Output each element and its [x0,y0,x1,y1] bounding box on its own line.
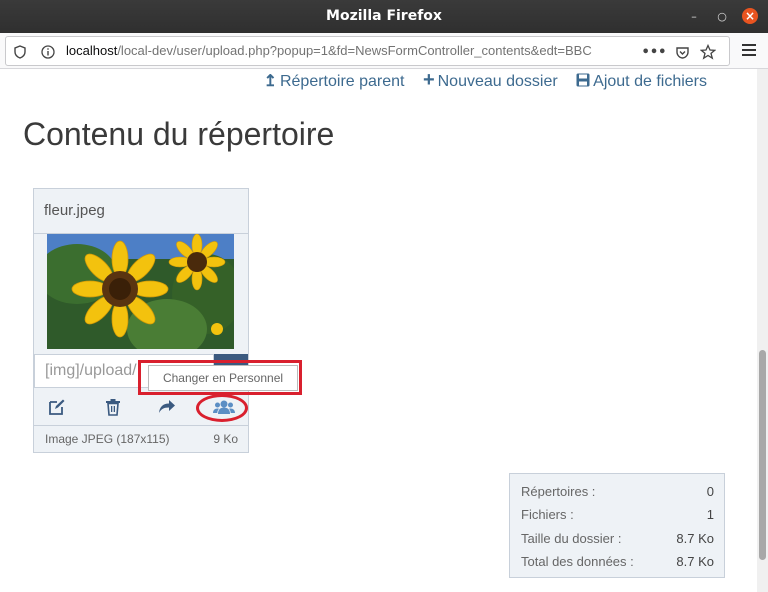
new-folder-link[interactable]: + Nouveau dossier [423,69,558,91]
file-type-label: Image JPEG (187x115) [45,432,170,446]
pocket-icon[interactable] [674,44,690,60]
share-icon[interactable] [156,397,178,417]
floppy-disk-icon [576,73,590,90]
more-actions-icon[interactable]: ••• [642,44,667,60]
bookmark-star-icon[interactable] [700,44,716,60]
scrollbar-thumb[interactable] [759,350,766,560]
minimize-button[interactable]: – [686,8,702,24]
page-title: Contenu du répertoire [23,116,335,152]
highlight-box-annotation [138,360,302,395]
edit-icon[interactable] [46,397,68,417]
stats-row: Répertoires : 0 [510,484,724,504]
window-title: Mozilla Firefox [326,8,442,24]
stats-row: Taille du dossier : 8.7 Ko [510,531,724,551]
stats-label: Répertoires : [521,484,596,499]
arrow-up-icon: ↥ [263,73,277,90]
url-bar[interactable]: localhost/local-dev/user/upload.php?popu… [5,36,730,66]
highlight-circle-annotation [196,394,248,422]
file-info-footer: Image JPEG (187x115) 9 Ko [34,425,248,453]
stats-value: 1 [706,507,714,522]
hamburger-menu-icon[interactable] [741,42,757,58]
url-text[interactable]: localhost/local-dev/user/upload.php?popu… [66,43,592,58]
stats-label: Taille du dossier : [521,531,622,546]
add-files-link[interactable]: Ajout de fichiers [576,73,707,90]
trash-icon[interactable] [102,397,124,417]
add-files-label: Ajout de fichiers [593,73,707,90]
stats-value: 8.7 Ko [676,554,714,569]
url-host: localhost [66,43,118,58]
stats-value: 0 [706,484,714,499]
page-scrollbar[interactable] [757,69,768,592]
browser-navbar: localhost/local-dev/user/upload.php?popu… [0,33,768,69]
stats-row: Total des données : 8.7 Ko [510,554,724,574]
directory-stats-panel: Répertoires : 0 Fichiers : 1 Taille du dos… [509,473,725,578]
url-path: /local-dev/user/upload.php?popup=1&fd=Ne… [117,43,592,58]
file-name: fleur.jpeg [44,202,105,219]
parent-directory-link[interactable]: ↥ Répertoire parent [264,73,405,90]
new-folder-label: Nouveau dossier [437,73,558,90]
maximize-button[interactable]: ○ [714,8,730,24]
file-thumbnail[interactable] [47,234,234,349]
file-size-label: 9 Ko [213,432,238,446]
stats-label: Fichiers : [521,507,574,522]
file-toolbar: ↥ Répertoire parent + Nouveau dossier Ajou… [250,69,707,92]
window-titlebar: Mozilla Firefox – ○ × [0,0,768,33]
stats-label: Total des données : [521,554,634,569]
info-icon[interactable] [40,44,56,60]
plus-icon: + [422,69,435,91]
parent-directory-label: Répertoire parent [279,73,405,90]
stats-value: 8.7 Ko [676,531,714,546]
stats-row: Fichiers : 1 [510,507,724,527]
close-window-button[interactable]: × [742,8,758,24]
page-content: ↥ Répertoire parent + Nouveau dossier Ajou… [0,69,757,592]
shield-icon[interactable] [12,44,28,60]
